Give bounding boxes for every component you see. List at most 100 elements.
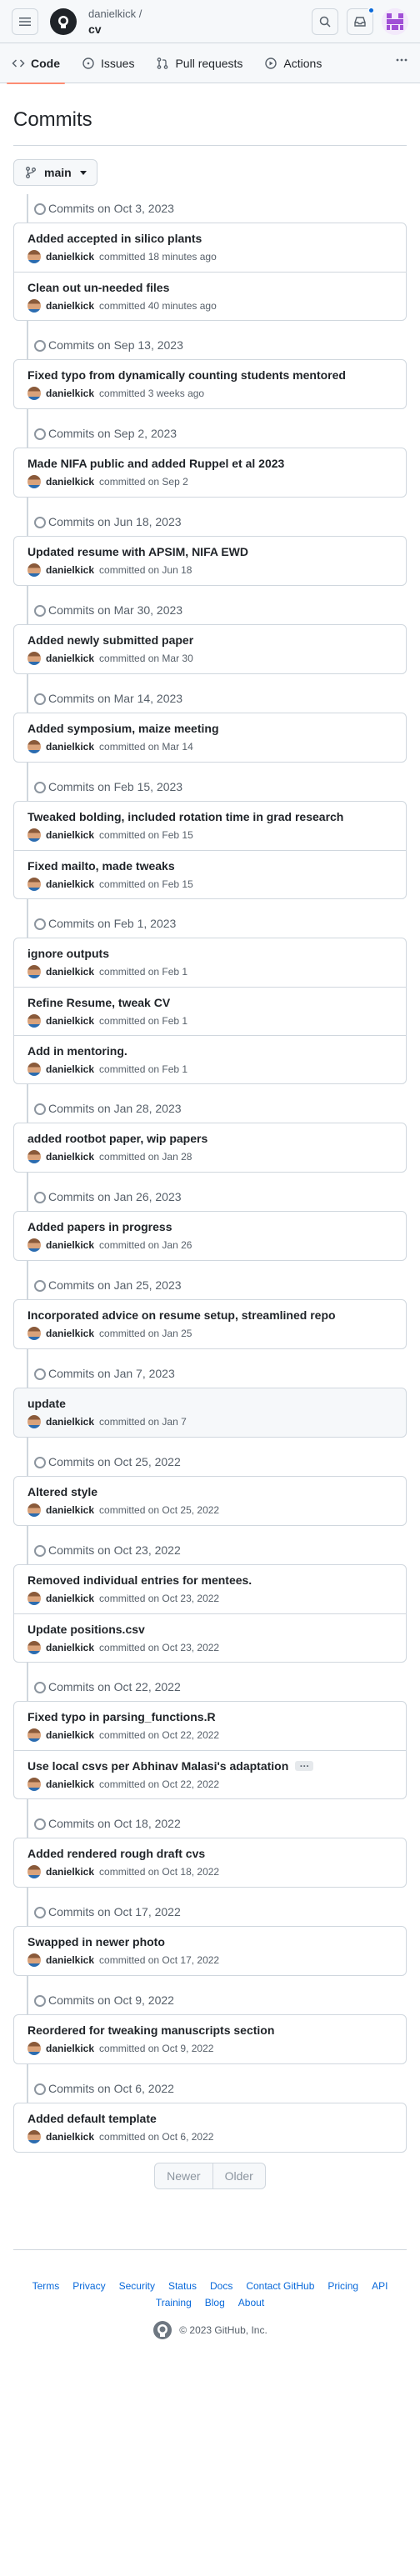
commit-message-link[interactable]: Use local csvs per Abhinav Malasi's adap… <box>28 1758 288 1774</box>
commit-author-link[interactable]: danielkick <box>46 1328 94 1339</box>
footer-link-training[interactable]: Training <box>156 2297 192 2308</box>
commit-author-link[interactable]: danielkick <box>46 1866 94 1878</box>
commit-message-link[interactable]: Clean out un-needed files <box>28 279 169 296</box>
tab-actions[interactable]: Actions <box>264 43 322 83</box>
avatar[interactable] <box>28 1865 41 1878</box>
commit-message-link[interactable]: Incorporated advice on resume setup, str… <box>28 1307 336 1323</box>
commit-author-link[interactable]: danielkick <box>46 829 94 841</box>
footer-link-docs[interactable]: Docs <box>210 2280 232 2292</box>
commit-author-link[interactable]: danielkick <box>46 300 94 312</box>
commit-author-link[interactable]: danielkick <box>46 878 94 890</box>
avatar[interactable] <box>28 1953 41 1967</box>
commit-author-link[interactable]: danielkick <box>46 1504 94 1516</box>
commit-message-link[interactable]: added rootbot paper, wip papers <box>28 1130 208 1147</box>
commit-author-link[interactable]: danielkick <box>46 1151 94 1163</box>
commit-message-link[interactable]: Add in mentoring. <box>28 1043 128 1059</box>
commit-author-link[interactable]: danielkick <box>46 476 94 488</box>
commit-message-link[interactable]: Altered style <box>28 1483 98 1500</box>
avatar[interactable] <box>28 1415 41 1428</box>
newer-button[interactable]: Newer <box>154 2163 213 2189</box>
commit-message-link[interactable]: Update positions.csv <box>28 1621 145 1638</box>
commit-author-link[interactable]: danielkick <box>46 1015 94 1027</box>
inbox-button[interactable] <box>347 7 375 35</box>
avatar[interactable] <box>28 250 41 263</box>
commit-message-link[interactable]: Added default template <box>28 2110 157 2127</box>
avatar[interactable] <box>28 878 41 891</box>
commit-author-link[interactable]: danielkick <box>46 1239 94 1251</box>
commit-message-link[interactable]: Added accepted in silico plants <box>28 230 202 247</box>
avatar[interactable] <box>28 828 41 842</box>
commit-author-link[interactable]: danielkick <box>46 388 94 399</box>
tab-issues[interactable]: Issues <box>82 43 134 83</box>
avatar[interactable] <box>28 299 41 313</box>
avatar[interactable] <box>28 1014 41 1028</box>
commit-message-link[interactable]: Added rendered rough draft cvs <box>28 1845 205 1862</box>
repo-name-link[interactable]: cv <box>88 22 142 37</box>
footer-link-blog[interactable]: Blog <box>205 2297 225 2308</box>
commit-message-link[interactable]: Removed individual entries for mentees. <box>28 1572 252 1588</box>
avatar[interactable] <box>28 1728 41 1742</box>
commit-message-link[interactable]: Fixed mailto, made tweaks <box>28 858 175 874</box>
commit-author-link[interactable]: danielkick <box>46 1778 94 1790</box>
tab-code[interactable]: Code <box>7 43 65 84</box>
commit-author-link[interactable]: danielkick <box>46 1954 94 1966</box>
footer-link-contact-github[interactable]: Contact GitHub <box>246 2280 314 2292</box>
footer-link-security[interactable]: Security <box>119 2280 155 2292</box>
commit-message-link[interactable]: Fixed typo in parsing_functions.R <box>28 1708 216 1725</box>
commit-author-link[interactable]: danielkick <box>46 741 94 753</box>
footer-link-status[interactable]: Status <box>168 2280 197 2292</box>
more-options-icon[interactable] <box>395 53 408 71</box>
avatar[interactable] <box>28 1503 41 1517</box>
branch-selector[interactable]: main <box>13 159 98 186</box>
commit-message-link[interactable]: Added papers in progress <box>28 1218 172 1235</box>
avatar[interactable] <box>28 563 41 577</box>
commit-author-link[interactable]: danielkick <box>46 1416 94 1428</box>
commit-message-link[interactable]: Refine Resume, tweak CV <box>28 994 170 1011</box>
commit-message-link[interactable]: Updated resume with APSIM, NIFA EWD <box>28 543 248 560</box>
avatar[interactable] <box>28 1778 41 1791</box>
menu-button[interactable] <box>12 8 38 35</box>
commit-message-link[interactable]: update <box>28 1395 66 1412</box>
avatar[interactable] <box>28 475 41 488</box>
footer-link-terms[interactable]: Terms <box>32 2280 60 2292</box>
commit-message-link[interactable]: Made NIFA public and added Ruppel et al … <box>28 455 284 472</box>
avatar[interactable] <box>28 1592 41 1605</box>
avatar[interactable] <box>28 965 41 978</box>
commit-message-link[interactable]: Added newly submitted paper <box>28 632 193 648</box>
repo-owner-link[interactable]: danielkick / <box>88 7 142 22</box>
commit-author-link[interactable]: danielkick <box>46 1729 94 1741</box>
commit-author-link[interactable]: danielkick <box>46 966 94 978</box>
avatar[interactable] <box>28 2042 41 2055</box>
search-button[interactable] <box>312 8 338 35</box>
user-avatar[interactable] <box>382 8 408 35</box>
commit-author-link[interactable]: danielkick <box>46 1063 94 1075</box>
commit-message-link[interactable]: Reordered for tweaking manuscripts secti… <box>28 2022 274 2038</box>
commit-message-link[interactable]: ignore outputs <box>28 945 109 962</box>
expand-message-button[interactable]: … <box>295 1758 314 1771</box>
avatar[interactable] <box>28 652 41 665</box>
commit-author-link[interactable]: danielkick <box>46 2131 94 2143</box>
avatar[interactable] <box>28 1150 41 1163</box>
avatar[interactable] <box>28 1063 41 1076</box>
footer-link-about[interactable]: About <box>238 2297 264 2308</box>
commit-message-link[interactable]: Fixed typo from dynamically counting stu… <box>28 367 346 383</box>
avatar[interactable] <box>28 1327 41 1340</box>
commit-author-link[interactable]: danielkick <box>46 564 94 576</box>
commit-author-link[interactable]: danielkick <box>46 653 94 664</box>
commit-message-link[interactable]: Swapped in newer photo <box>28 1933 165 1950</box>
commit-author-link[interactable]: danielkick <box>46 1593 94 1604</box>
older-button[interactable]: Older <box>212 2163 266 2189</box>
commit-author-link[interactable]: danielkick <box>46 251 94 263</box>
footer-link-pricing[interactable]: Pricing <box>328 2280 358 2292</box>
avatar[interactable] <box>28 387 41 400</box>
footer-link-privacy[interactable]: Privacy <box>72 2280 105 2292</box>
commit-author-link[interactable]: danielkick <box>46 1642 94 1653</box>
tab-pull-requests[interactable]: Pull requests <box>156 43 242 83</box>
avatar[interactable] <box>28 2130 41 2143</box>
commit-message-link[interactable]: Tweaked bolding, included rotation time … <box>28 808 343 825</box>
avatar[interactable] <box>28 1641 41 1654</box>
footer-link-api[interactable]: API <box>372 2280 388 2292</box>
github-logo[interactable] <box>50 8 77 35</box>
avatar[interactable] <box>28 740 41 753</box>
avatar[interactable] <box>28 1238 41 1252</box>
